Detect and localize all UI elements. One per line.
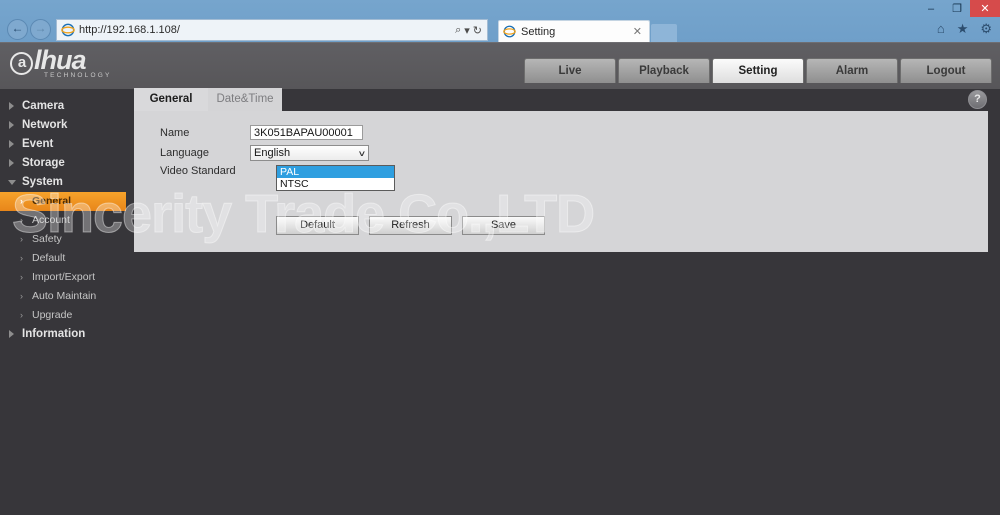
logo-wordmark: a lhua xyxy=(10,46,112,75)
video-option-pal[interactable]: PAL xyxy=(277,166,394,178)
logo-text: lhua xyxy=(34,45,87,75)
chevron-right-icon: › xyxy=(20,234,23,244)
search-icon[interactable]: ⌕ xyxy=(455,24,461,37)
sidebar-item-safety[interactable]: › Safety xyxy=(0,230,128,249)
video-option-ntsc[interactable]: NTSC xyxy=(277,178,394,190)
form-row-video-standard: Video Standard PAL NTSC xyxy=(160,165,395,191)
content-tabs: General Date&Time xyxy=(134,88,282,111)
chevron-right-icon: › xyxy=(20,253,23,263)
browser-toolbar-icons: ⌂ ★ ⚙ xyxy=(937,21,992,37)
action-buttons: Default Refresh Save xyxy=(276,216,545,235)
form-row-name: Name 3K051BAPAU00001 xyxy=(160,125,363,140)
back-button[interactable]: ← xyxy=(7,19,28,40)
sidebar-item-label: Storage xyxy=(22,157,65,169)
chevron-down-icon xyxy=(8,180,16,189)
close-window-button[interactable]: ✕ xyxy=(970,0,1000,17)
sidebar-item-network[interactable]: Network xyxy=(0,116,128,135)
sidebar-item-camera[interactable]: Camera xyxy=(0,97,128,116)
content-panel: Name 3K051BAPAU00001 Language English ∨ … xyxy=(134,111,988,252)
nav-button-logout[interactable]: Logout xyxy=(900,58,992,83)
chevron-right-icon xyxy=(9,121,14,129)
sidebar-item-import-export[interactable]: › Import/Export xyxy=(0,268,128,287)
chevron-right-icon: › xyxy=(20,196,23,206)
sidebar-item-label: Safety xyxy=(32,233,62,245)
form-row-language: Language English ∨ xyxy=(160,145,369,161)
maximize-button[interactable]: ❐ xyxy=(944,0,970,17)
language-select[interactable]: English ∨ xyxy=(250,145,369,161)
sidebar-item-label: Auto Maintain xyxy=(32,290,97,302)
chevron-right-icon: › xyxy=(20,215,23,225)
chevron-right-icon xyxy=(9,102,14,110)
sidebar-item-label: Account xyxy=(32,214,70,226)
name-label: Name xyxy=(160,126,190,139)
sidebar-item-upgrade[interactable]: › Upgrade xyxy=(0,306,128,325)
chevron-right-icon xyxy=(9,140,14,148)
sidebar-item-account[interactable]: › Account xyxy=(0,211,128,230)
language-selected-value: English xyxy=(254,147,291,159)
name-input[interactable]: 3K051BAPAU00001 xyxy=(250,125,363,140)
sidebar-item-event[interactable]: Event xyxy=(0,135,128,154)
sidebar-item-label: Network xyxy=(22,119,68,131)
dahua-logo: a lhua TECHNOLOGY xyxy=(10,46,112,86)
sidebar-item-system[interactable]: System xyxy=(0,173,128,192)
gear-icon[interactable]: ⚙ xyxy=(980,21,992,37)
sidebar-item-auto-maintain[interactable]: › Auto Maintain xyxy=(0,287,128,306)
window-controls: – ❐ ✕ xyxy=(918,0,1000,17)
logo-subtitle: TECHNOLOGY xyxy=(44,72,112,79)
tab-close-icon[interactable]: ✕ xyxy=(630,25,645,38)
sidebar-item-label: System xyxy=(22,176,63,188)
default-button[interactable]: Default xyxy=(276,216,359,235)
nav-button-setting[interactable]: Setting xyxy=(712,58,804,83)
help-icon[interactable]: ? xyxy=(968,90,987,109)
favorites-star-icon[interactable]: ★ xyxy=(957,21,969,37)
chevron-right-icon xyxy=(9,159,14,167)
sidebar-item-label: Information xyxy=(22,328,86,340)
sidebar-item-label: Camera xyxy=(22,100,65,112)
new-tab-button[interactable] xyxy=(651,24,677,42)
chevron-right-icon: › xyxy=(20,272,23,282)
sidebar-item-label: General xyxy=(32,195,72,207)
save-button[interactable]: Save xyxy=(462,216,545,235)
nav-button-live[interactable]: Live xyxy=(524,58,616,83)
main-nav: Live Playback Setting Alarm Logout xyxy=(524,58,992,83)
chevron-right-icon xyxy=(9,330,14,338)
logo-at-glyph: a xyxy=(10,52,33,75)
tab-bar: Setting ✕ xyxy=(498,18,677,42)
home-icon[interactable]: ⌂ xyxy=(937,21,945,37)
sidebar: Camera Network Event Storage System › Ge… xyxy=(0,88,128,344)
chevron-right-icon: › xyxy=(20,291,23,301)
video-standard-label: Video Standard xyxy=(160,165,236,177)
browser-tab-title: Setting xyxy=(521,25,556,38)
address-bar[interactable]: http://192.168.1.108/ ⌕ ▾ ↻ xyxy=(56,19,488,41)
sidebar-item-general[interactable]: › General xyxy=(0,192,126,211)
browser-favicon-icon xyxy=(61,23,75,37)
browser-chrome: – ❐ ✕ ← → http://192.168.1.108/ ⌕ ▾ ↻ Se… xyxy=(0,0,1000,42)
tab-favicon-icon xyxy=(503,25,516,38)
sidebar-item-label: Event xyxy=(22,138,54,150)
video-standard-listbox[interactable]: PAL NTSC xyxy=(276,165,395,191)
sidebar-item-information[interactable]: Information xyxy=(0,325,128,344)
refresh-icon[interactable]: ↻ xyxy=(473,24,482,37)
tab-date-time[interactable]: Date&Time xyxy=(208,88,282,111)
browser-tab-setting[interactable]: Setting ✕ xyxy=(498,20,650,42)
tab-general[interactable]: General xyxy=(134,88,208,111)
url-text[interactable]: http://192.168.1.108/ xyxy=(79,24,455,36)
nav-button-playback[interactable]: Playback xyxy=(618,58,710,83)
language-label: Language xyxy=(160,147,209,159)
sidebar-item-label: Default xyxy=(32,252,66,264)
chevron-down-icon[interactable]: ▾ xyxy=(464,24,470,37)
sidebar-item-default[interactable]: › Default xyxy=(0,249,128,268)
nav-button-alarm[interactable]: Alarm xyxy=(806,58,898,83)
sidebar-item-label: Upgrade xyxy=(32,309,73,321)
chevron-down-icon: ∨ xyxy=(357,148,367,158)
sidebar-item-label: Import/Export xyxy=(32,271,96,283)
refresh-button[interactable]: Refresh xyxy=(369,216,452,235)
sidebar-item-storage[interactable]: Storage xyxy=(0,154,128,173)
minimize-button[interactable]: – xyxy=(918,0,944,17)
address-bar-icons: ⌕ ▾ ↻ xyxy=(455,24,487,37)
forward-button[interactable]: → xyxy=(30,19,51,40)
chevron-right-icon: › xyxy=(20,310,23,320)
